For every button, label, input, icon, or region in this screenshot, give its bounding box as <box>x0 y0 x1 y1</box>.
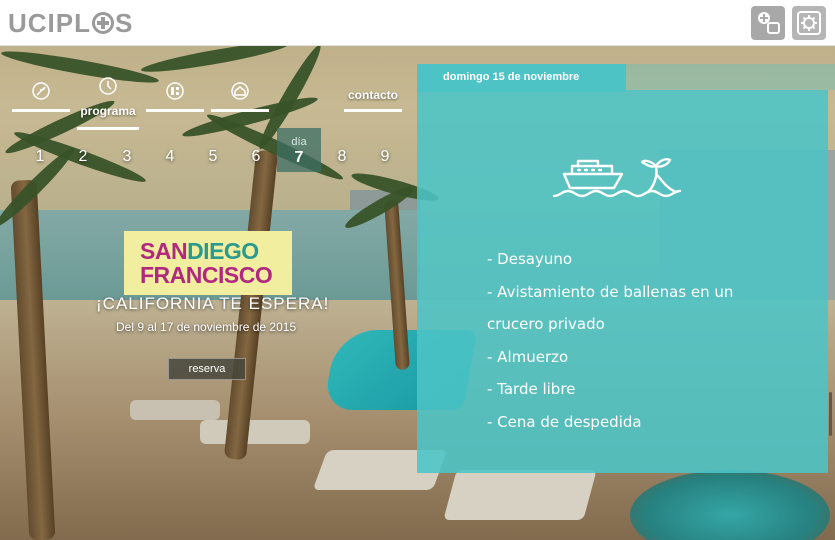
scrollbar-thumb[interactable] <box>829 392 832 436</box>
panel-top-strip <box>626 64 835 90</box>
reserva-button[interactable]: reserva <box>168 358 246 380</box>
activity-item: - Cena de despedida <box>487 412 642 431</box>
activity-list: - Desayuno - Avistamiento de ballenas en… <box>487 243 787 438</box>
nav-item-contacto[interactable]: contacto <box>344 86 402 112</box>
nav-item-home[interactable] <box>211 78 269 112</box>
clock-icon <box>98 76 118 101</box>
promo-tagline: ¡CALIFORNIA TE ESPERA! <box>96 294 330 313</box>
promo-dates: Del 9 al 17 de noviembre de 2015 <box>116 320 297 334</box>
day-4[interactable]: 4 <box>157 148 183 166</box>
day-3[interactable]: 3 <box>114 148 140 166</box>
grid-icon <box>164 80 186 102</box>
nav-item-grid[interactable] <box>146 78 204 112</box>
day-7-active[interactable]: día 7 <box>277 128 321 172</box>
activity-item: - Almuerzo <box>487 347 569 366</box>
nav-item-programa[interactable]: programa <box>77 76 139 130</box>
nav-label-programa: programa <box>80 104 136 118</box>
activity-item: - Avistamiento de ballenas en un <box>487 282 734 301</box>
day-1[interactable]: 1 <box>27 148 53 166</box>
nav-label-contacto: contacto <box>347 88 398 102</box>
top-header: UCIPL S <box>0 0 835 46</box>
promo-logo: SANDIEGO FRANCISCO <box>124 231 292 295</box>
activity-item: - Desayuno <box>487 250 573 268</box>
promo-san: SAN <box>140 237 188 264</box>
boat-whale-icon <box>552 158 682 198</box>
day-active-prefix: día <box>291 136 307 148</box>
day-5[interactable]: 5 <box>200 148 226 166</box>
day-9[interactable]: 9 <box>372 148 398 166</box>
promo-francisco: FRANCISCO <box>140 261 273 288</box>
day-active-number: 7 <box>294 149 304 166</box>
activity-item: crucero privado <box>487 315 605 333</box>
home-icon <box>229 80 251 102</box>
day-6[interactable]: 6 <box>243 148 269 166</box>
logo[interactable]: UCIPL S <box>8 10 133 36</box>
add-user-button[interactable] <box>751 6 785 40</box>
activity-item: - Tarde libre <box>487 380 576 398</box>
promo-diego: DIEGO <box>187 237 259 264</box>
settings-button[interactable] <box>792 6 826 40</box>
nav-item-leaf[interactable] <box>12 78 70 112</box>
settings-icon <box>797 11 821 35</box>
day-2[interactable]: 2 <box>70 148 96 166</box>
day-8[interactable]: 8 <box>329 148 355 166</box>
add-user-icon <box>758 12 780 34</box>
leaf-icon <box>30 80 52 102</box>
panel-date-tab: domingo 15 de noviembre <box>417 64 626 92</box>
